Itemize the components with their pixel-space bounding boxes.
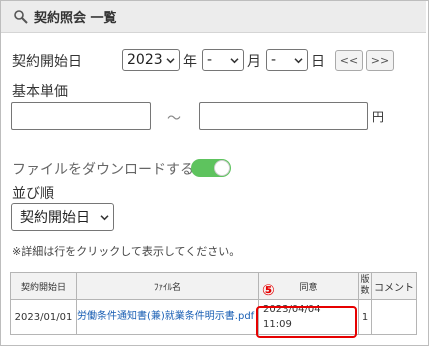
base-price-label: 基本単価	[12, 84, 68, 100]
day-select[interactable]: -	[266, 49, 308, 71]
col-header-version[interactable]: 版数	[358, 272, 372, 300]
sort-value: 契約開始日	[20, 210, 90, 226]
year-value: 2023	[127, 52, 163, 68]
col-header-comment[interactable]: コメント	[371, 272, 417, 300]
chevron-down-icon	[100, 215, 109, 221]
download-toggle-label: ファイルをダウンロードする	[12, 162, 194, 178]
year-unit: 年	[183, 54, 197, 70]
currency-unit: 円	[372, 110, 385, 124]
chevron-down-icon	[230, 58, 239, 64]
day-value: -	[271, 52, 277, 68]
page-title: 契約照会 一覧	[34, 11, 117, 26]
chevron-down-icon	[294, 58, 303, 64]
start-date-label: 契約開始日	[12, 54, 82, 70]
cell-comment	[371, 299, 417, 335]
year-select[interactable]: 2023	[122, 49, 180, 71]
download-toggle[interactable]	[191, 159, 231, 177]
sort-select[interactable]: 契約開始日	[11, 203, 114, 231]
file-link[interactable]: 労働条件通知書(兼)就業条件明示書.pdf	[76, 299, 259, 335]
base-price-min-input[interactable]	[11, 102, 151, 130]
month-select[interactable]: -	[202, 49, 244, 71]
month-unit: 月	[247, 54, 261, 70]
toggle-knob	[214, 160, 230, 176]
panel-header: 契約照会 一覧	[1, 1, 426, 33]
cell-start-date: 2023/01/01	[10, 299, 77, 335]
search-icon	[14, 9, 28, 24]
prev-date-button[interactable]: <<	[335, 50, 363, 71]
chevron-down-icon	[166, 58, 175, 64]
base-price-max-input[interactable]	[199, 102, 368, 130]
hint-text: ※詳細は行をクリックして表示してください。	[12, 245, 241, 258]
table-header-row: 契約開始日 ﾌｧｲﾙ名 同意 版数 コメント	[10, 272, 417, 300]
annotation-marker: ⑤	[262, 281, 275, 299]
month-value: -	[207, 52, 213, 68]
col-header-file-name[interactable]: ﾌｧｲﾙ名	[76, 272, 259, 300]
next-date-button[interactable]: >>	[366, 50, 394, 71]
cell-version: 1	[358, 299, 372, 335]
sort-label: 並び順	[12, 186, 54, 202]
col-header-start-date[interactable]: 契約開始日	[10, 272, 77, 300]
range-separator: ～	[167, 111, 181, 127]
agree-highlight-box	[256, 306, 357, 338]
day-unit: 日	[311, 54, 325, 70]
